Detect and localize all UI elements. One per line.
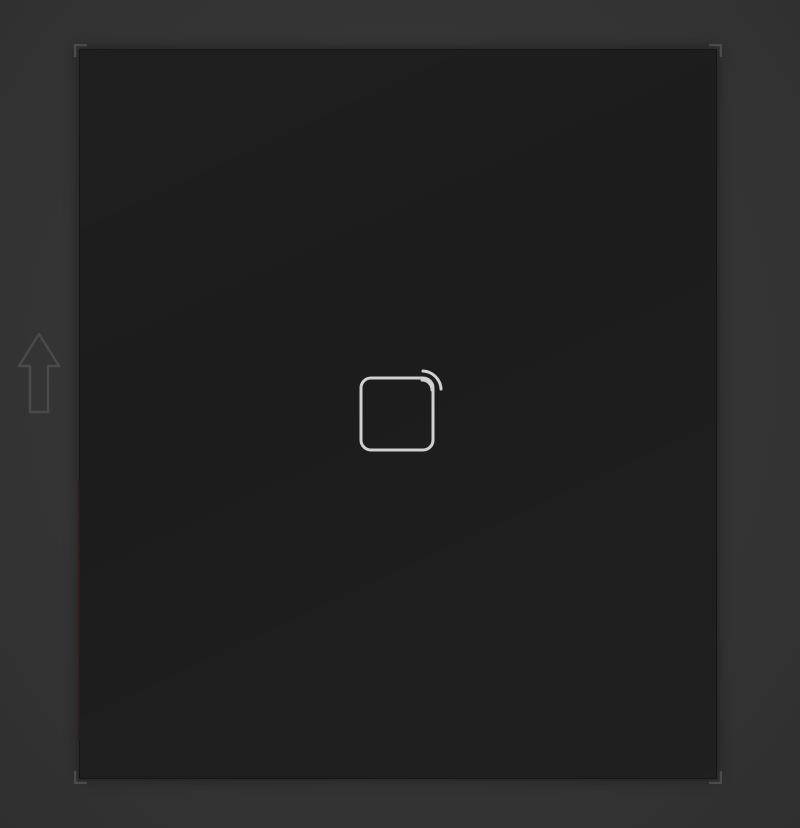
crop-corner-handle-icon[interactable] [74,770,88,784]
up-arrow-icon[interactable] [17,332,61,414]
frame-left-edge [78,480,80,740]
crop-corner-handle-icon[interactable] [708,44,722,58]
editor-canvas [0,0,800,828]
square-with-signal-icon[interactable] [356,368,446,456]
crop-corner-handle-icon[interactable] [74,44,88,58]
crop-corner-handle-icon[interactable] [708,770,722,784]
